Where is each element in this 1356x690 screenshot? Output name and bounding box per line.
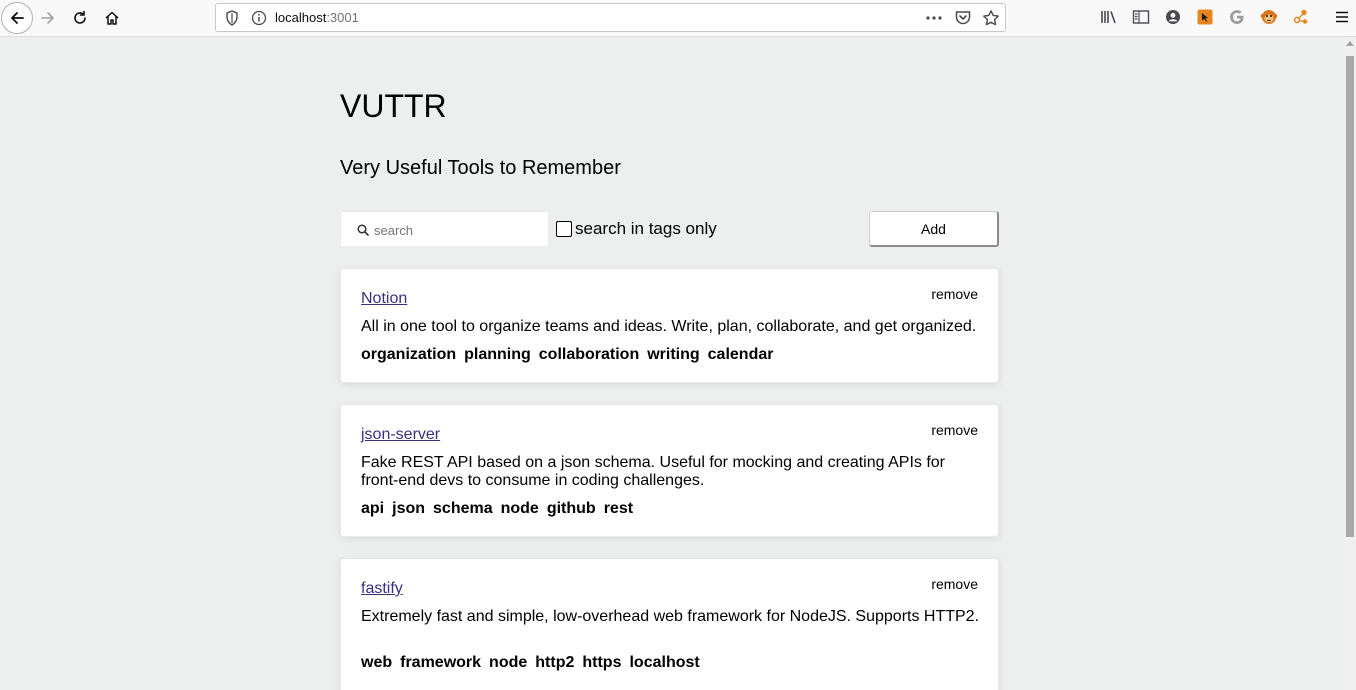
- tag: writing: [647, 346, 700, 363]
- search-input[interactable]: [374, 221, 544, 239]
- pocket-icon[interactable]: [954, 9, 972, 32]
- more-actions-icon[interactable]: [925, 9, 943, 32]
- tag: http2: [535, 654, 575, 671]
- tag: rest: [603, 500, 634, 517]
- tags-only-label: search in tags only: [575, 219, 717, 238]
- shield-icon[interactable]: [225, 10, 239, 31]
- tags-only-filter[interactable]: search in tags only: [556, 219, 717, 239]
- search-icon: [357, 223, 369, 241]
- tool-link[interactable]: json-server: [361, 426, 440, 444]
- browser-toolbar: localhost:3001: [0, 0, 1356, 37]
- forward-button[interactable]: [33, 3, 63, 33]
- tag: localhost: [629, 654, 700, 671]
- tag-list: organization planning collaboration writ…: [361, 346, 773, 364]
- sidebar-icon[interactable]: [1131, 7, 1151, 27]
- tool-link[interactable]: Notion: [361, 290, 407, 308]
- tool-card: Notion remove All in one tool to organiz…: [340, 268, 999, 383]
- home-button[interactable]: [97, 3, 127, 33]
- tag: schema: [433, 500, 493, 517]
- address-bar[interactable]: localhost:3001: [215, 3, 1006, 32]
- arrow-left-icon: [11, 12, 24, 24]
- search-box[interactable]: [340, 211, 549, 247]
- nodes-extension-icon[interactable]: [1291, 7, 1311, 27]
- info-icon[interactable]: [251, 10, 267, 31]
- url-text[interactable]: localhost:3001: [275, 10, 359, 25]
- tag: github: [546, 500, 596, 517]
- tag-list: api json schema node github rest: [361, 500, 633, 518]
- account-icon[interactable]: [1163, 7, 1183, 27]
- tag: node: [489, 654, 528, 671]
- tag: calendar: [707, 346, 774, 363]
- scrollbar-thumb[interactable]: [1346, 56, 1354, 537]
- tool-description: All in one tool to organize teams and id…: [361, 318, 977, 335]
- page-subtitle: Very Useful Tools to Remember: [340, 157, 621, 179]
- tag: collaboration: [538, 346, 640, 363]
- tag: node: [500, 500, 539, 517]
- library-icon[interactable]: [1099, 7, 1119, 27]
- tag: planning: [464, 346, 531, 363]
- tag-list: web framework node http2 https localhost: [361, 654, 700, 672]
- back-button[interactable]: [1, 2, 33, 34]
- extension-picker-icon[interactable]: [1195, 7, 1215, 27]
- url-host: localhost: [275, 10, 327, 25]
- tool-card: fastify remove Extremely fast and simple…: [340, 558, 999, 690]
- bookmark-star-icon[interactable]: [982, 9, 1000, 32]
- tag: json: [392, 500, 426, 517]
- tag: api: [361, 500, 385, 517]
- google-icon[interactable]: [1227, 7, 1247, 27]
- remove-button[interactable]: remove: [931, 576, 978, 592]
- arrow-right-icon: [41, 12, 54, 24]
- add-button[interactable]: Add: [869, 211, 999, 247]
- scroll-up-arrow-icon[interactable]: [1346, 41, 1354, 46]
- menu-icon[interactable]: [1332, 7, 1352, 27]
- tags-only-checkbox[interactable]: [556, 221, 572, 237]
- monkey-extension-icon[interactable]: [1259, 7, 1279, 27]
- reload-button[interactable]: [65, 3, 95, 33]
- tag: web: [361, 654, 393, 671]
- tool-description: Extremely fast and simple, low-overhead …: [361, 608, 980, 625]
- tag: https: [582, 654, 622, 671]
- remove-button[interactable]: remove: [931, 422, 978, 438]
- page-title: VUTTR: [340, 88, 447, 124]
- reload-icon: [74, 10, 86, 24]
- tag: framework: [400, 654, 482, 671]
- remove-button[interactable]: remove: [931, 286, 978, 302]
- url-port: :3001: [326, 10, 359, 25]
- tool-description: Fake REST API based on a json schema. Us…: [361, 454, 945, 489]
- home-icon: [105, 11, 119, 25]
- tool-card: json-server remove Fake REST API based o…: [340, 404, 999, 537]
- page-scrollbar[interactable]: [1344, 38, 1356, 690]
- tag: organization: [361, 346, 457, 363]
- tool-link[interactable]: fastify: [361, 580, 403, 598]
